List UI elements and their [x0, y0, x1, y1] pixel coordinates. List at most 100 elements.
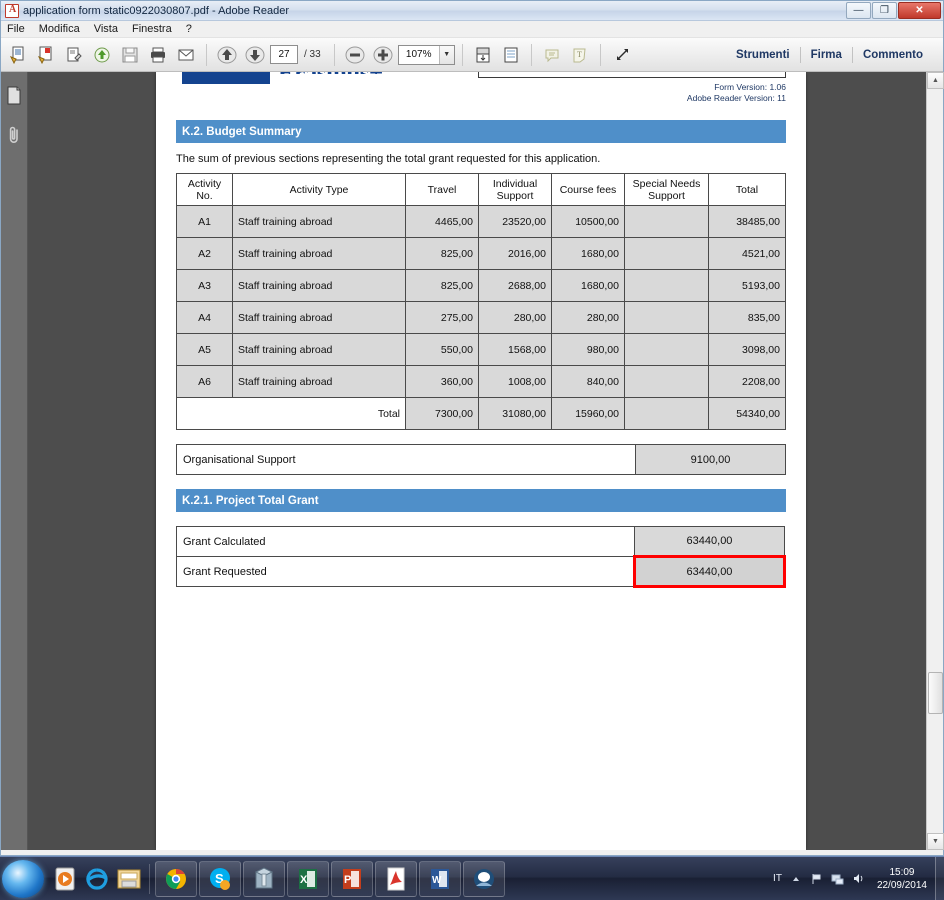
- task-adobe-reader[interactable]: [375, 860, 417, 897]
- taskbar-clock[interactable]: 15:09 22/09/2014: [873, 866, 931, 892]
- fit-width-icon[interactable]: [498, 42, 524, 68]
- page-thumbnails-icon[interactable]: [4, 84, 24, 106]
- page-number-input[interactable]: 27: [270, 45, 298, 64]
- edit-pdf-icon[interactable]: [61, 42, 87, 68]
- fit-page-icon[interactable]: [470, 42, 496, 68]
- menu-file[interactable]: File: [7, 23, 25, 35]
- show-desktop-button[interactable]: [935, 856, 944, 900]
- menu-help[interactable]: ?: [186, 23, 192, 35]
- table-row: Grant Calculated 63440,00: [176, 526, 785, 557]
- internet-explorer-icon[interactable]: [82, 863, 112, 895]
- cell-activity-no: A6: [176, 365, 233, 398]
- menu-vista[interactable]: Vista: [94, 23, 118, 35]
- plus-circle-icon[interactable]: [370, 42, 396, 68]
- document-scroll-area[interactable]: Erasmus+ Form Version: 1.06 Adobe Reader…: [28, 72, 926, 850]
- cell-individual-support: 2688,00: [478, 269, 552, 302]
- page-total-label: / 33: [304, 49, 321, 60]
- pdf-document-icon: [5, 3, 19, 18]
- cell-activity-type: Staff training abroad: [232, 269, 406, 302]
- minimize-button[interactable]: —: [846, 2, 871, 19]
- zoom-level-combobox[interactable]: 107% ▼: [397, 44, 455, 65]
- start-button[interactable]: [2, 859, 44, 898]
- cell-activity-type: Staff training abroad: [232, 333, 406, 366]
- print-icon[interactable]: [145, 42, 171, 68]
- cell-individual-support: 280,00: [478, 301, 552, 334]
- cell-special-needs: [624, 333, 709, 366]
- arrow-up-icon[interactable]: [214, 42, 240, 68]
- quick-launch-bar: [50, 863, 144, 895]
- minus-circle-icon[interactable]: [342, 42, 368, 68]
- save-icon[interactable]: [117, 42, 143, 68]
- col-special-needs-support: Special Needs Support: [624, 173, 709, 206]
- volume-icon[interactable]: [852, 872, 866, 886]
- cell-individual-support: 1568,00: [478, 333, 552, 366]
- menu-finestra[interactable]: Finestra: [132, 23, 172, 35]
- col-course-fees: Course fees: [551, 173, 625, 206]
- cell-total: 2208,00: [708, 365, 786, 398]
- table-row: A2 Staff training abroad 825,00 2016,00 …: [176, 237, 786, 270]
- maximize-button[interactable]: ❐: [872, 2, 897, 19]
- table-total-row: Total 7300,00 31080,00 15960,00 54340,00: [176, 397, 786, 430]
- col-special-needs-line1: Special Needs: [632, 177, 701, 190]
- organisational-support-value[interactable]: 9100,00: [635, 444, 786, 475]
- show-desktop-folder-icon[interactable]: [114, 863, 144, 895]
- task-word[interactable]: W: [419, 860, 461, 897]
- cell-activity-no: A5: [176, 333, 233, 366]
- arrow-down-icon[interactable]: [242, 42, 268, 68]
- header-form-field[interactable]: [478, 72, 786, 78]
- highlight-text-icon[interactable]: T: [567, 42, 593, 68]
- erasmus-logo-text: Erasmus+: [278, 72, 383, 74]
- table-row: A6 Staff training abroad 360,00 1008,00 …: [176, 365, 786, 398]
- task-skype[interactable]: S: [199, 860, 241, 897]
- col-special-needs-line2: Support: [648, 189, 685, 202]
- network-icon[interactable]: [831, 872, 845, 886]
- vertical-scrollbar[interactable]: ▲ ▼: [926, 72, 944, 850]
- comment-panel-button[interactable]: Commento: [853, 49, 933, 61]
- col-individual-support-line1: Individual: [492, 177, 538, 190]
- table-row: A3 Staff training abroad 825,00 2688,00 …: [176, 269, 786, 302]
- grant-requested-input[interactable]: 63440,00: [633, 555, 786, 588]
- media-player-icon[interactable]: [50, 863, 80, 895]
- task-chrome[interactable]: [155, 860, 197, 897]
- email-icon[interactable]: [173, 42, 199, 68]
- col-total: Total: [708, 173, 786, 206]
- open-file-icon[interactable]: [5, 42, 31, 68]
- adobe-reader-version-label: Adobe Reader Version: 11: [686, 93, 786, 103]
- col-individual-support-line2: Support: [496, 189, 534, 202]
- scroll-down-arrow-icon[interactable]: ▼: [927, 833, 944, 850]
- cell-activity-no: A1: [176, 205, 233, 238]
- taskbar: S X P W IT 15:09 22/09/2014: [0, 856, 944, 900]
- sign-panel-button[interactable]: Firma: [801, 49, 852, 61]
- task-outlook[interactable]: [463, 860, 505, 897]
- zoom-value: 107%: [405, 49, 432, 60]
- table-header-row: Activity No. Activity Type Travel Indivi…: [176, 173, 786, 206]
- comment-icon[interactable]: [539, 42, 565, 68]
- fullscreen-icon[interactable]: [608, 42, 634, 68]
- section-title: K.2. Budget Summary: [182, 125, 302, 138]
- paperclip-attachment-icon[interactable]: [4, 124, 24, 146]
- menu-modifica[interactable]: Modifica: [39, 23, 80, 35]
- cell-total-travel: 7300,00: [405, 397, 479, 430]
- cell-special-needs: [624, 269, 709, 302]
- task-excel[interactable]: X: [287, 860, 329, 897]
- language-indicator[interactable]: IT: [773, 873, 782, 884]
- scroll-up-arrow-icon[interactable]: ▲: [927, 72, 944, 89]
- adobe-reader-window: application form static0922030807.pdf - …: [0, 0, 944, 856]
- close-button[interactable]: ✕: [898, 2, 941, 19]
- grant-calculated-label: Grant Calculated: [176, 526, 635, 557]
- budget-summary-table: Activity No. Activity Type Travel Indivi…: [176, 173, 786, 430]
- action-center-flag-icon[interactable]: [810, 872, 824, 886]
- create-pdf-icon[interactable]: [33, 42, 59, 68]
- col-individual-support: Individual Support: [478, 173, 552, 206]
- task-file-archiver[interactable]: [243, 860, 285, 897]
- taskbar-buttons: S X P W: [155, 860, 505, 897]
- scrollbar-thumb[interactable]: [928, 672, 943, 714]
- cell-total: 835,00: [708, 301, 786, 334]
- cell-activity-type: Staff training abroad: [232, 301, 406, 334]
- export-pdf-icon[interactable]: [89, 42, 115, 68]
- tools-panel-button[interactable]: Strumenti: [726, 49, 800, 61]
- chevron-up-icon[interactable]: [789, 872, 803, 886]
- toolbar-separator: [206, 43, 207, 66]
- chevron-down-icon[interactable]: ▼: [438, 45, 454, 64]
- task-powerpoint[interactable]: P: [331, 860, 373, 897]
